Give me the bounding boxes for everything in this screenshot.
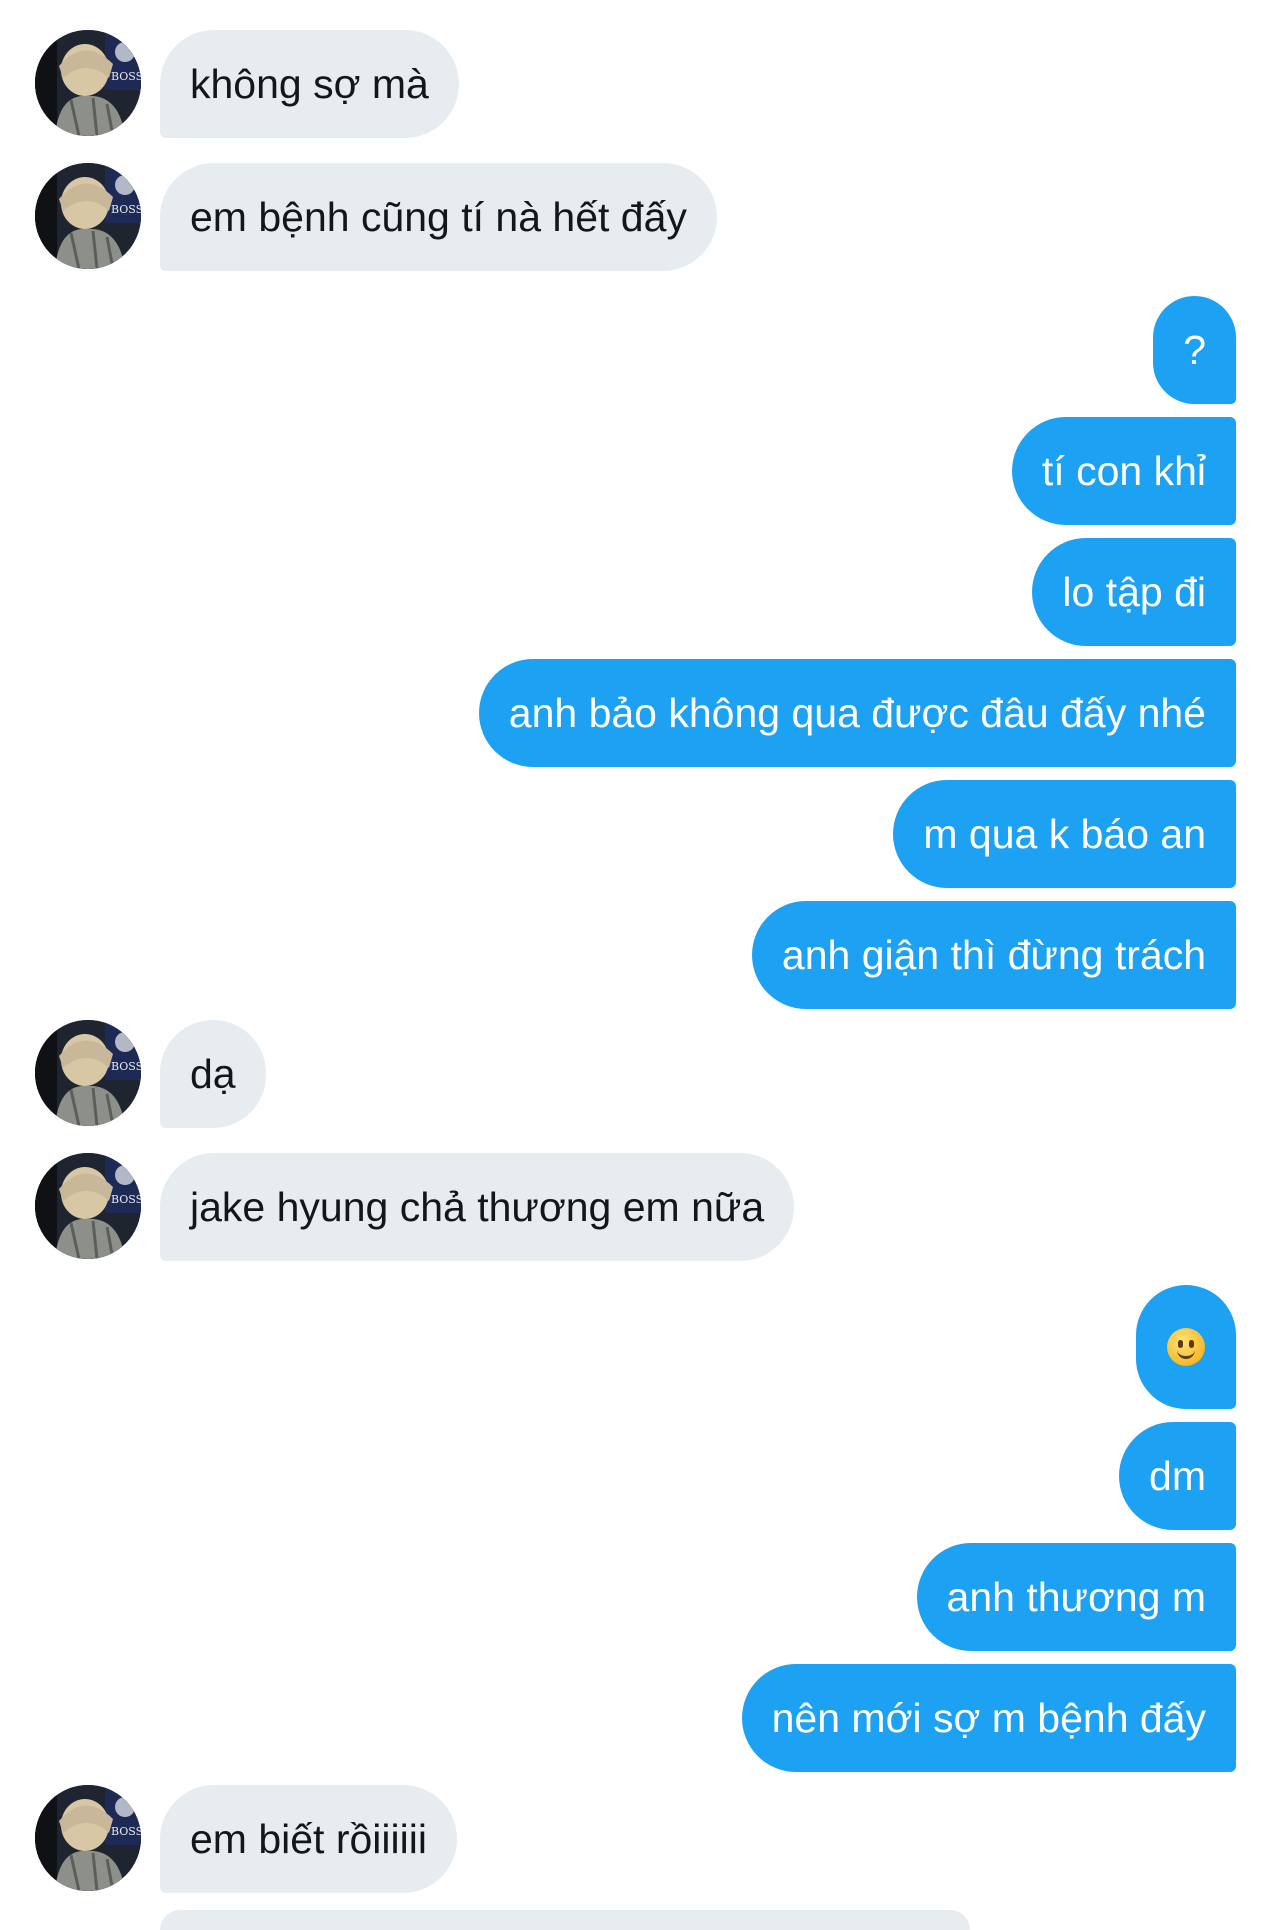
- avatar[interactable]: [35, 30, 141, 136]
- incoming-message-bubble[interactable]: em biết rồiiiiii: [160, 1785, 457, 1893]
- incoming-message-bubble[interactable]: không sợ mà: [160, 30, 459, 138]
- outgoing-message-bubble[interactable]: ?: [1153, 296, 1236, 404]
- avatar[interactable]: [35, 1153, 141, 1259]
- outgoing-message-bubble[interactable]: m qua k báo an: [893, 780, 1236, 888]
- outgoing-message-bubble[interactable]: tí con khỉ: [1011, 417, 1236, 525]
- outgoing-message-bubble[interactable]: nên mới sợ m bệnh đấy: [741, 1664, 1236, 1772]
- incoming-message-bubble[interactable]: jake hyung chả thương em nữa: [160, 1153, 795, 1261]
- incoming-message-bubble[interactable]: em bệnh cũng tí nà hết đấy: [160, 163, 717, 271]
- outgoing-message-bubble[interactable]: dm: [1119, 1422, 1236, 1530]
- avatar[interactable]: [35, 1020, 141, 1126]
- slightly-smiling-face-icon: [1167, 1328, 1205, 1367]
- outgoing-message-bubble[interactable]: anh thương m: [916, 1543, 1236, 1651]
- incoming-message-bubble[interactable]: dạ: [160, 1020, 266, 1128]
- outgoing-message-bubble[interactable]: lo tập đi: [1032, 538, 1236, 646]
- incoming-message-bubble-partial[interactable]: [160, 1910, 970, 1930]
- outgoing-message-bubble[interactable]: anh giận thì đừng trách: [751, 901, 1236, 1009]
- outgoing-message-bubble[interactable]: anh bảo không qua được đâu đấy nhé: [478, 659, 1236, 767]
- outgoing-message-bubble[interactable]: [1136, 1285, 1236, 1409]
- avatar[interactable]: [35, 163, 141, 269]
- avatar[interactable]: [35, 1785, 141, 1891]
